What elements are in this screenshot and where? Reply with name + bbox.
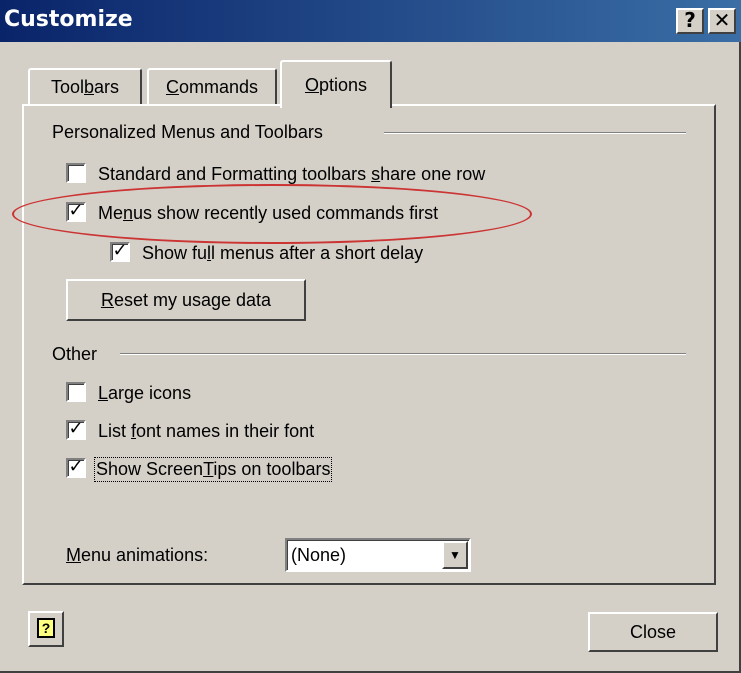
large-icons-label: Large icons	[98, 383, 192, 403]
recent-commands-label: Menus show recently used commands first	[98, 203, 439, 223]
other-group-label: Other	[52, 344, 98, 364]
recent-commands-checkbox[interactable]: ✓	[66, 202, 86, 222]
dropdown-arrow-icon[interactable]: ▼	[442, 541, 468, 569]
personalized-divider	[384, 132, 686, 134]
menu-animations-select[interactable]: (None) ▼	[285, 538, 471, 572]
help-icon: ?	[37, 618, 55, 638]
title-bar: Customize ? ✕	[0, 0, 741, 42]
font-names-checkbox[interactable]: ✓	[66, 420, 86, 440]
tab-options[interactable]: Options	[280, 60, 392, 108]
share-row-checkbox[interactable]	[66, 163, 86, 183]
share-row-label: Standard and Formatting toolbars share o…	[98, 164, 486, 184]
close-window-button[interactable]: ✕	[708, 8, 736, 34]
menu-animations-label: Menu animations:	[66, 545, 209, 565]
full-menus-checkbox[interactable]: ✓	[110, 242, 130, 262]
personalized-group-label: Personalized Menus and Toolbars	[52, 122, 323, 142]
screentips-label: Show ScreenTips on toolbars	[93, 457, 333, 482]
check-icon: ✓	[112, 240, 128, 261]
tab-commands[interactable]: Commands	[147, 68, 277, 106]
help-button[interactable]: ?	[676, 8, 704, 34]
check-icon: ✓	[68, 456, 84, 477]
screentips-checkbox[interactable]: ✓	[66, 458, 86, 478]
full-menus-label: Show full menus after a short delay	[142, 243, 424, 263]
font-names-label: List font names in their font	[98, 421, 315, 441]
close-button[interactable]: Close	[588, 612, 718, 652]
check-icon: ✓	[68, 200, 84, 221]
window-title: Customize	[4, 7, 133, 32]
other-divider	[120, 353, 686, 355]
tab-toolbars[interactable]: Toolbars	[28, 68, 142, 106]
context-help-button[interactable]: ?	[28, 611, 64, 647]
menu-animations-value: (None)	[291, 545, 347, 565]
customize-dialog: Customize ? ✕ Toolbars Commands Options …	[0, 0, 741, 673]
reset-usage-button[interactable]: Reset my usage data	[66, 279, 306, 321]
check-icon: ✓	[68, 418, 84, 439]
large-icons-checkbox[interactable]	[66, 382, 86, 402]
